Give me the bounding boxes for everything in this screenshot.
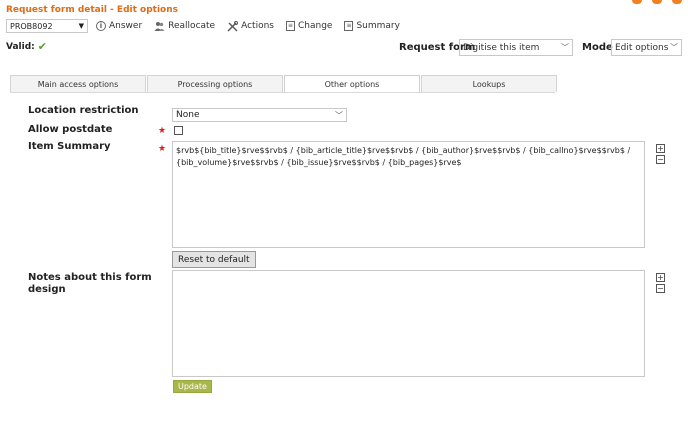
tab-lookups[interactable]: Lookups [421,75,557,92]
allow-postdate-checkbox[interactable] [174,126,183,135]
change-label: Change [298,21,333,31]
checkmark-icon: ✔ [37,40,47,53]
chevron-down-icon: ﹀ [335,110,343,120]
required-icon: ★ [158,126,167,136]
mode-select[interactable]: Edit options ﹀ [611,39,682,56]
info-icon: i [96,21,106,31]
corner-icon [652,0,662,4]
item-summary-textarea[interactable]: $rvb${bib_title}$rve$$rvb$ / {bib_articl… [172,141,645,248]
reallocate-label: Reallocate [168,21,216,31]
answer-label: Answer [109,21,143,31]
options-tabs: Main access options Processing options O… [10,75,558,93]
tab-divider [10,92,555,93]
update-button[interactable]: Update [173,380,212,393]
notes-textarea[interactable] [172,270,645,377]
tab-other-options[interactable]: Other options [284,75,420,93]
actions-label: Actions [241,21,274,31]
reallocate-button[interactable]: Reallocate [154,21,215,32]
item-summary-label: Item Summary [28,141,111,152]
request-form-select[interactable]: Digitise this item ﹀ [459,39,573,56]
mode-label: Mode [582,42,613,53]
answer-button[interactable]: i Answer [96,21,142,31]
request-form-value: Digitise this item [463,42,540,53]
valid-status: Valid: ✔ [6,40,47,53]
change-button[interactable]: ≡ Change [286,21,332,31]
chevron-down-icon: ﹀ [670,43,678,52]
actions-button[interactable]: Actions [227,20,274,32]
request-id-value: PROB8092 [10,21,53,31]
chevron-down-icon: ﹀ [561,43,569,52]
required-icon: ★ [158,144,167,154]
location-restriction-value: None [176,110,200,120]
summary-icon: ≡ [344,21,354,31]
valid-label: Valid: [6,41,35,52]
summary-button[interactable]: ≡ Summary [344,21,400,31]
summary-label: Summary [356,21,400,31]
dropdown-arrow-icon: ▼ [78,22,84,30]
notes-label: Notes about this form design [28,272,152,295]
request-id-select[interactable]: PROB8092 ▼ [6,19,88,33]
corner-icon [672,0,682,4]
toolbar: i Answer Reallocate Actions ≡ Change ≡ S… [96,19,400,33]
expand-plus-icon[interactable]: + [656,273,665,282]
users-icon [154,21,165,32]
allow-postdate-label: Allow postdate [28,124,113,135]
page-title: Request form detail - Edit options [6,5,178,15]
collapse-minus-icon[interactable]: − [656,284,665,293]
tab-processing-options[interactable]: Processing options [147,75,283,92]
location-restriction-label: Location restriction [28,105,139,116]
corner-icon [632,0,642,4]
reset-to-default-button[interactable]: Reset to default [172,251,256,268]
collapse-minus-icon[interactable]: − [656,155,665,164]
location-restriction-select[interactable]: None ﹀ [172,108,347,122]
mode-value: Edit options [615,42,669,53]
tools-icon [227,20,239,32]
corner-decorations [632,0,682,6]
document-edit-icon: ≡ [286,21,295,31]
expand-plus-icon[interactable]: + [656,144,665,153]
tab-main-access-options[interactable]: Main access options [10,75,146,92]
